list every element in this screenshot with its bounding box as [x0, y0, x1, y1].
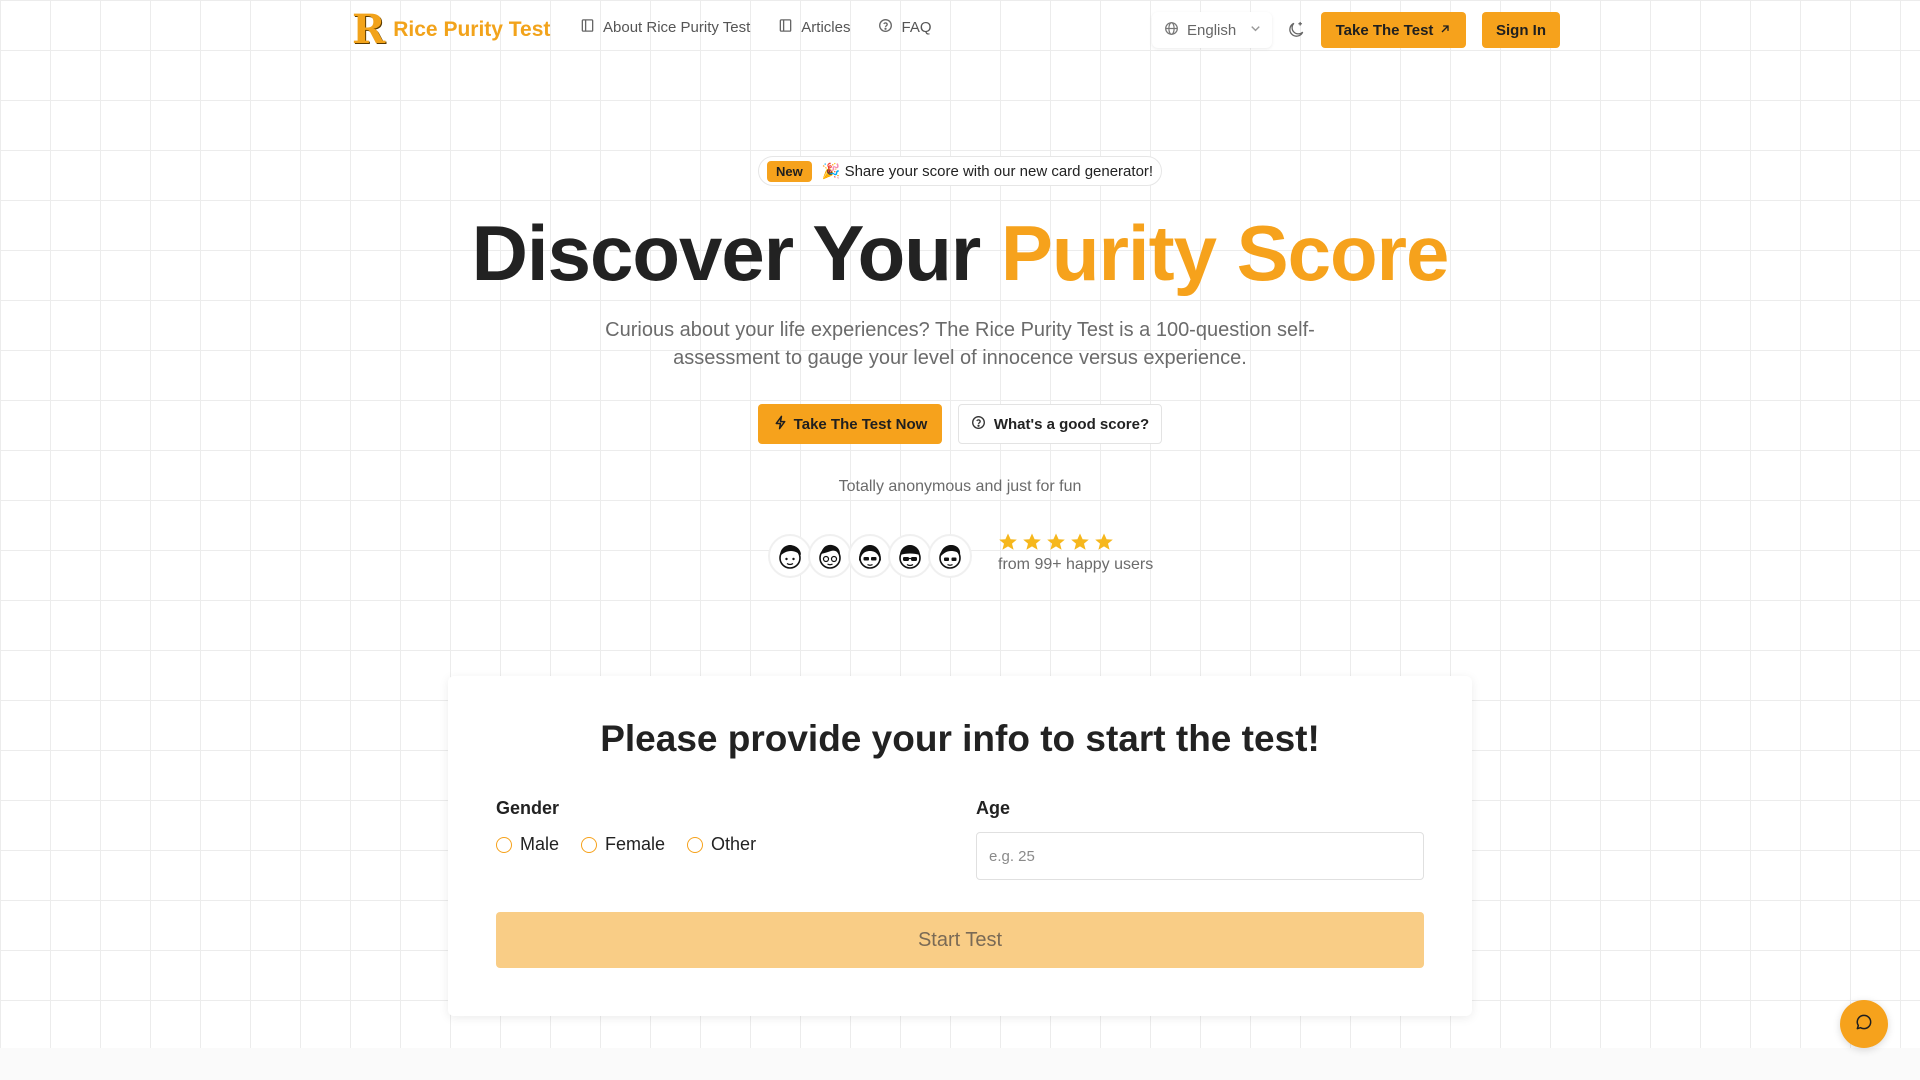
logo[interactable]: R Rice Purity Test	[352, 10, 550, 50]
announcement-text: 🎉 Share your score with our new card gen…	[821, 163, 1154, 180]
radio-label: Other	[711, 834, 757, 854]
avatar	[888, 534, 932, 578]
sign-in-button[interactable]: Sign In	[1482, 12, 1560, 48]
chevron-down-icon	[1248, 21, 1263, 40]
book-icon	[778, 18, 793, 37]
hero-title: Discover Your Purity Score	[0, 205, 1920, 301]
language-value: English	[1187, 21, 1237, 39]
language-select[interactable]: English	[1152, 12, 1272, 48]
hero-title-plain: Discover Your	[471, 209, 1001, 297]
avatar	[768, 534, 812, 578]
hero-title-accent: Purity Score	[1000, 209, 1450, 297]
lightning-icon	[773, 415, 788, 434]
gender-radio-group: Male Female Other	[496, 834, 756, 855]
hero-subtitle: Curious about your life experiences? The…	[605, 319, 1315, 369]
start-test-button[interactable]: Start Test	[496, 912, 1424, 968]
star-icon	[1047, 533, 1065, 550]
radio-button[interactable]	[687, 836, 704, 853]
avatar	[808, 534, 852, 578]
avatar	[848, 534, 892, 578]
arrow-up-right-icon	[1439, 22, 1451, 39]
anonymous-note: Totally anonymous and just for fun	[838, 478, 1082, 495]
rating: from 99+ happy users	[998, 532, 1153, 574]
gender-option-other[interactable]: Other	[687, 834, 756, 855]
nav-item-about[interactable]: About Rice Purity Test	[580, 18, 750, 37]
logo-text: Rice Purity Test	[393, 18, 551, 41]
star-rating	[998, 532, 1153, 552]
age-label: Age	[976, 798, 1011, 818]
main-nav: About Rice Purity Test Articles FAQ	[580, 18, 932, 37]
star-icon	[1095, 533, 1113, 550]
help-circle-icon	[971, 415, 986, 434]
info-form-card: Please provide your info to start the te…	[448, 676, 1472, 1016]
radio-button[interactable]	[496, 836, 512, 853]
nav-item-faq[interactable]: FAQ	[878, 18, 932, 37]
chat-button[interactable]	[1840, 1000, 1888, 1048]
take-test-now-button[interactable]: Take The Test Now	[758, 404, 942, 444]
star-icon	[1071, 533, 1089, 550]
nav-label: FAQ	[901, 19, 932, 36]
star-icon	[999, 533, 1017, 550]
new-badge: New	[767, 160, 812, 182]
take-test-label: Take The Test	[1335, 21, 1434, 39]
happy-users-text: from 99+ happy users	[998, 556, 1154, 573]
take-test-header-button[interactable]: Take The Test	[1321, 12, 1466, 48]
avatar	[928, 534, 972, 578]
theme-toggle-moon-icon[interactable]	[1283, 17, 1309, 43]
site-header: R Rice Purity Test About Rice Purity Tes…	[0, 0, 1920, 60]
good-score-button[interactable]: What's a good score?	[958, 404, 1162, 444]
footer-band	[0, 1048, 1920, 1080]
gender-option-male[interactable]: Male	[496, 834, 559, 855]
avatar-group	[768, 534, 972, 578]
gender-label: Gender	[496, 798, 560, 818]
radio-label: Female	[605, 834, 666, 854]
age-input[interactable]	[976, 832, 1424, 880]
announcement-banner[interactable]: New 🎉 Share your score with our new card…	[758, 156, 1162, 186]
globe-icon	[1164, 21, 1179, 40]
form-title: Please provide your info to start the te…	[600, 718, 1320, 759]
radio-button[interactable]	[581, 836, 598, 853]
gender-option-female[interactable]: Female	[581, 834, 665, 855]
nav-item-articles[interactable]: Articles	[778, 18, 850, 37]
book-icon	[580, 18, 595, 37]
chat-bubble-icon	[1854, 1012, 1874, 1037]
help-circle-icon	[878, 18, 893, 37]
take-test-now-label: Take The Test Now	[793, 415, 928, 433]
radio-label: Male	[520, 834, 560, 854]
nav-label: About Rice Purity Test	[603, 19, 751, 36]
star-icon	[1023, 533, 1041, 550]
good-score-label: What's a good score?	[993, 415, 1150, 433]
logo-mark: R	[352, 6, 386, 53]
nav-label: Articles	[801, 19, 851, 36]
